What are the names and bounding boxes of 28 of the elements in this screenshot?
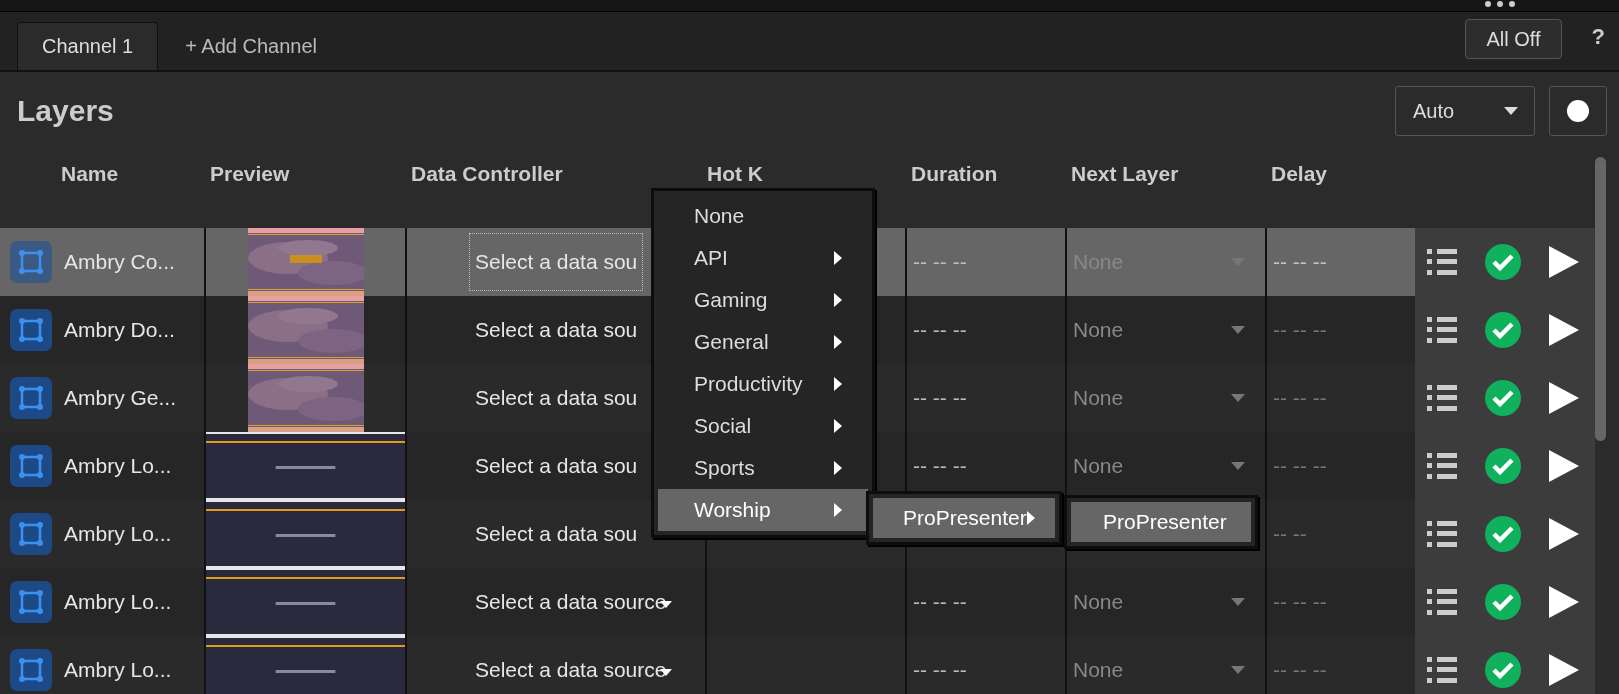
duration-value: -- -- -- (913, 454, 967, 478)
duration-value: -- -- -- (913, 658, 967, 682)
layer-name: Ambry Do... (64, 318, 175, 342)
column-header: Name (61, 162, 119, 186)
layer-name: Ambry Lo... (64, 522, 172, 546)
delay-value: -- -- -- (1273, 658, 1327, 682)
duration-value: -- -- -- (913, 590, 967, 614)
column-header: Hot K (707, 162, 763, 186)
delay-value: -- -- -- (1273, 454, 1327, 478)
duration-value: -- -- -- (913, 318, 967, 342)
column-header: Duration (911, 162, 998, 186)
column-header: Next Layer (1071, 162, 1179, 186)
delay-value: -- -- (1273, 522, 1307, 546)
layer-name: Ambry Lo... (64, 658, 172, 682)
delay-value: -- -- -- (1273, 386, 1327, 410)
duration-value: -- -- -- (913, 250, 967, 274)
layer-name: Ambry Lo... (64, 454, 172, 478)
column-header: Delay (1271, 162, 1328, 186)
layer-name: Ambry Lo... (64, 590, 172, 614)
duration-value: -- -- -- (913, 386, 967, 410)
delay-value: -- -- -- (1273, 318, 1327, 342)
delay-value: -- -- -- (1273, 250, 1327, 274)
column-header: Data Controller (411, 162, 563, 186)
layer-name: Ambry Ge... (64, 386, 177, 410)
column-header: Preview (210, 162, 290, 186)
delay-value: -- -- -- (1273, 590, 1327, 614)
layer-name: Ambry Co... (64, 250, 175, 274)
layers-title: Layers (17, 94, 114, 128)
